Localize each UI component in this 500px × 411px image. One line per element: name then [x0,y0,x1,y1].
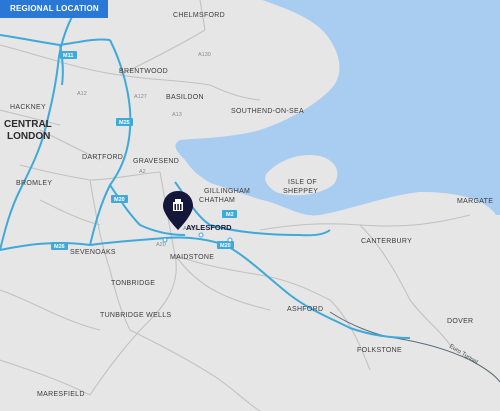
gillingham-label: GILLINGHAM [204,188,250,195]
tunbridge-wells-label: TUNBRIDGE WELLS [100,312,171,319]
a12-label: A12 [77,91,87,97]
m2-label: M2 [226,212,234,218]
m11-label: M11 [63,53,73,59]
folkstone-label: FOLKSTONE [357,347,402,354]
dover-label: DOVER [447,318,473,325]
a13-label: A13 [172,112,182,118]
chatham-label: CHATHAM [199,197,235,204]
m20-label-north: M20 [114,197,125,203]
gravesend-label: GRAVESEND [133,158,179,165]
tonbridge-label: TONBRIDGE [111,280,155,287]
isle-of-sheppey-label-line2: SHEPPEY [283,188,318,195]
maresfield-label: MARESFIELD [37,391,85,398]
a130-label: A130 [198,52,211,58]
a2-label: A2 [139,169,146,175]
regional-location-badge: REGIONAL LOCATION [0,0,108,18]
sevenoaks-label: SEVENOAKS [70,249,116,256]
isle-of-sheppey-label-line1: ISLE OF [288,179,317,186]
ashford-label: ASHFORD [287,306,323,313]
maidstone-label: MAIDSTONE [170,254,214,261]
junction-dot [198,232,204,238]
a127-label: A127 [134,94,147,100]
margate-label: MARGATE [457,198,493,205]
a20-label: A20 [156,242,166,248]
southend-label: SOUTHEND-ON-SEA [231,108,304,115]
junction-dot [227,237,233,243]
hackney-label: HACKNEY [10,104,46,111]
m20-label-south: M20 [220,243,231,249]
map-canvas: M11 M25 M20 M26 M2 M20 A130 A127 A13 A12… [0,0,500,411]
bromley-label: BROMLEY [16,180,52,187]
m25-label: M25 [119,120,130,126]
canterbury-label: CANTERBURY [361,238,412,245]
central-london-label-line1: CENTRAL [4,119,52,130]
chelmsford-label: CHELMSFORD [173,12,225,19]
regional-location-map: M11 M25 M20 M26 M2 M20 A130 A127 A13 A12… [0,0,500,411]
dartford-label: DARTFORD [82,154,123,161]
basildon-label: BASILDON [166,94,204,101]
junction-dot [162,237,168,243]
brentwood-label: BRENTWOOD [119,68,168,75]
aylesford-label: AYLESFORD [186,223,232,232]
m26-label: M26 [54,244,65,250]
central-london-label-line2: LONDON [7,131,50,142]
